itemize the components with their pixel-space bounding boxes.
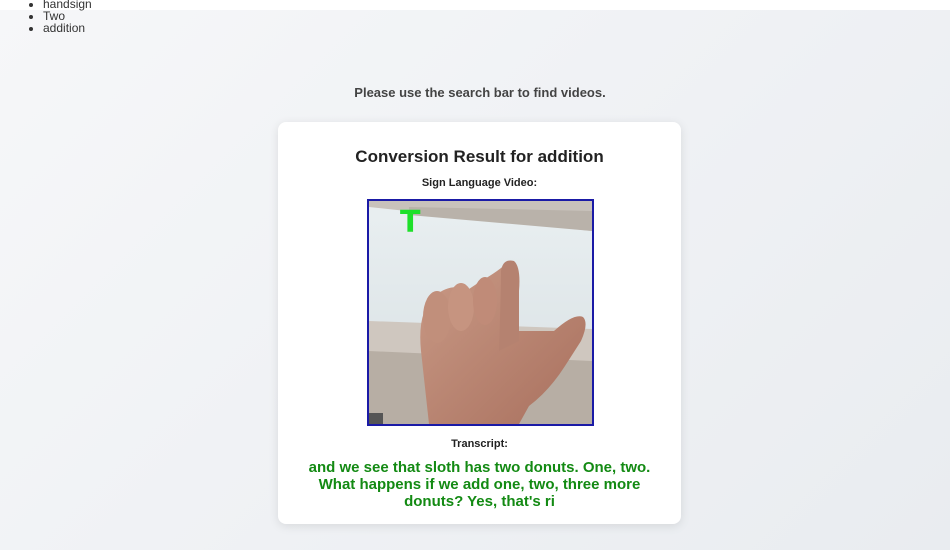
transcript-text: and we see that sloth has two donuts. On…: [308, 459, 651, 510]
recent-search-item[interactable]: addition: [43, 22, 92, 34]
card-title: Conversion Result for addition: [355, 147, 604, 166]
sign-language-video[interactable]: T: [367, 199, 594, 426]
video-label: Sign Language Video:: [421, 177, 538, 189]
conversion-result-card: Conversion Result for addition Sign Lang…: [278, 122, 681, 524]
detected-letter-overlay: T: [400, 205, 421, 240]
search-hint: Please use the search bar to find videos…: [354, 85, 606, 100]
recent-searches-list: handsign Two addition: [25, 0, 92, 34]
top-band: [0, 0, 950, 10]
transcript-label: Transcript:: [451, 438, 508, 450]
